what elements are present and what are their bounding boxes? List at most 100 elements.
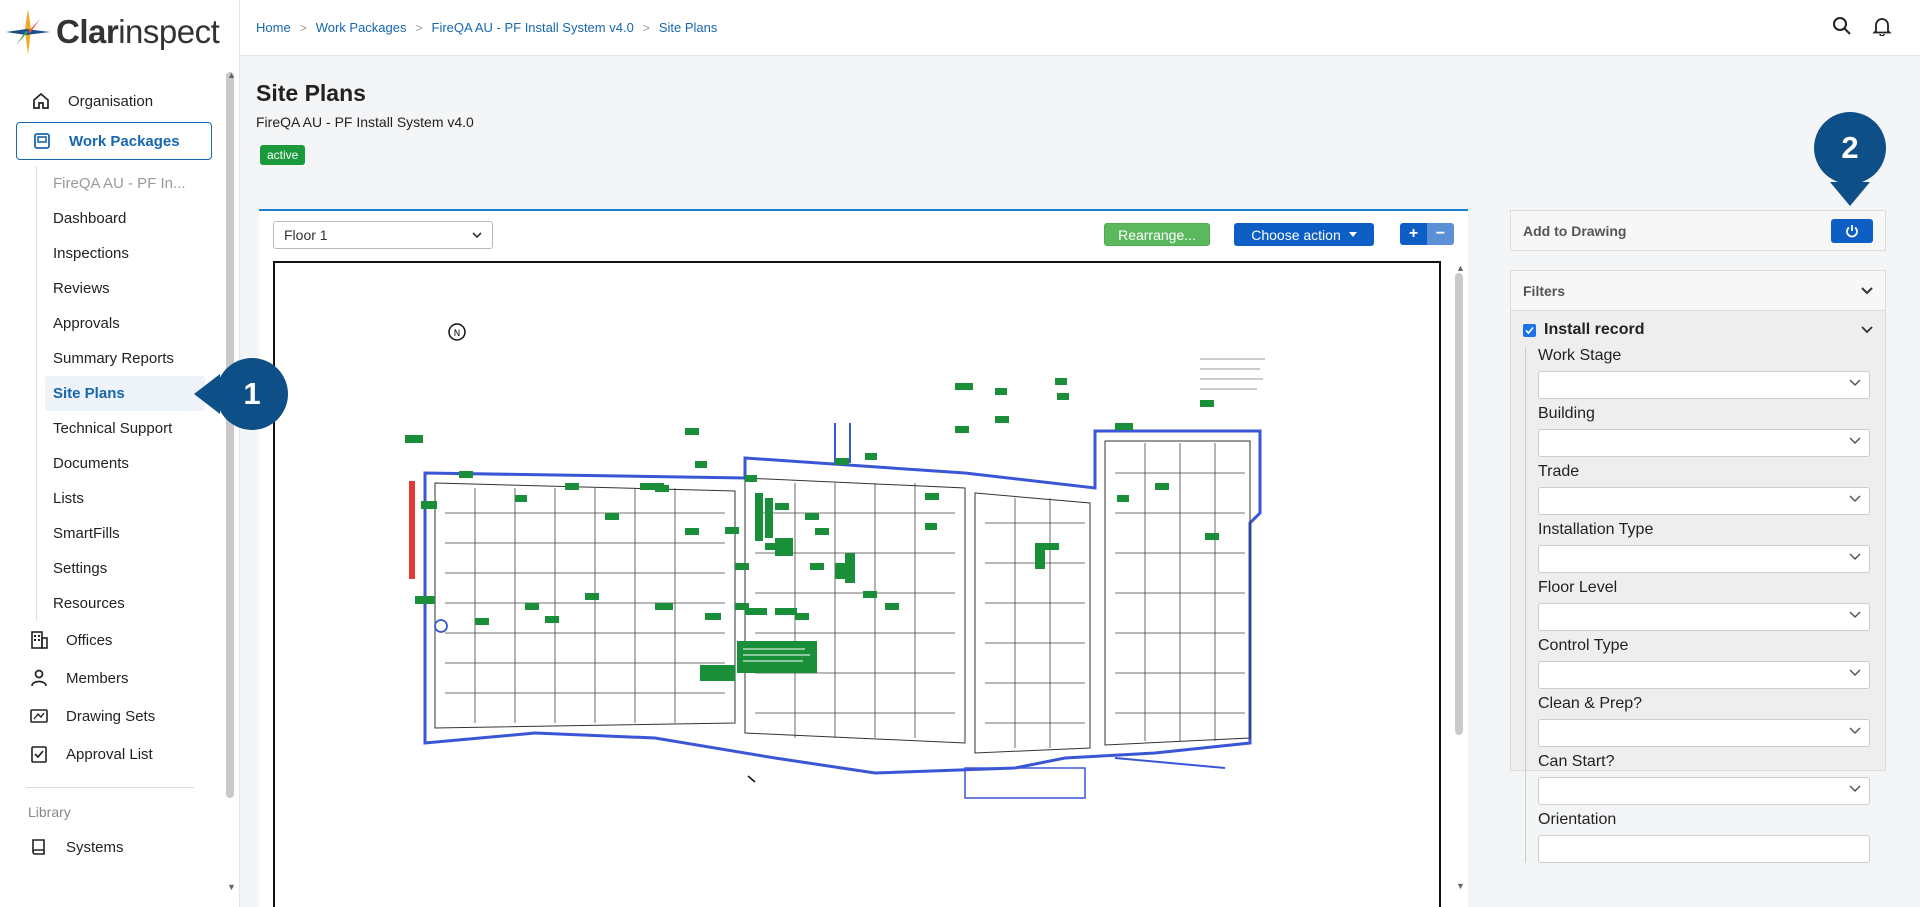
work-stage-select[interactable]: [1538, 371, 1870, 399]
orientation-label: Orientation: [1538, 811, 1617, 828]
bell-icon[interactable]: [1872, 16, 1892, 41]
sidebar-item-technical-support[interactable]: Technical Support: [37, 411, 212, 446]
zoom-controls: + −: [1400, 223, 1454, 245]
chevron-down-icon: [1849, 553, 1861, 561]
chevron-down-icon: [1861, 326, 1873, 334]
sidebar-item-dashboard[interactable]: Dashboard: [37, 201, 212, 236]
top-bar: Home > Work Packages > FireQA AU - PF In…: [240, 0, 1920, 56]
scroll-down-icon[interactable]: ▼: [1456, 881, 1465, 891]
can-start-select[interactable]: [1538, 777, 1870, 805]
choose-action-label: Choose action: [1251, 226, 1341, 243]
canvas-scrollbar[interactable]: [1455, 273, 1463, 735]
fire-wall-marker: [409, 481, 415, 579]
callout-two-pointer: [1830, 182, 1870, 206]
sidebar-item-documents[interactable]: Documents: [37, 446, 212, 481]
add-to-drawing-header: Add to Drawing: [1510, 210, 1886, 251]
sidebar-item-lists[interactable]: Lists: [37, 481, 212, 516]
check-icon: [1525, 326, 1534, 334]
drawing-canvas[interactable]: N: [273, 261, 1441, 907]
sidebar-item-settings[interactable]: Settings: [37, 551, 212, 586]
breadcrumb: Home > Work Packages > FireQA AU - PF In…: [256, 20, 717, 35]
trade-select[interactable]: [1538, 487, 1870, 515]
floor-select-value: Floor 1: [284, 227, 328, 243]
page-subtitle: FireQA AU - PF Install System v4.0: [256, 114, 474, 130]
search-icon[interactable]: [1832, 16, 1852, 41]
sidebar-item-approvals[interactable]: Approvals: [37, 306, 212, 341]
zoom-out-button[interactable]: −: [1427, 223, 1454, 245]
scroll-down-icon[interactable]: ▼: [227, 882, 236, 892]
svg-text:N: N: [454, 329, 461, 339]
chevron-right-icon: >: [642, 20, 650, 35]
floor-level-select[interactable]: [1538, 603, 1870, 631]
sidebar-item-site-plans[interactable]: Site Plans: [45, 376, 205, 411]
sidebar-item-systems[interactable]: Systems: [14, 828, 212, 866]
install-record-header[interactable]: Install record: [1523, 319, 1873, 341]
chevron-down-icon: [1861, 286, 1873, 294]
rearrange-button[interactable]: Rearrange...: [1104, 223, 1210, 246]
plan-mark: [747, 775, 756, 783]
scroll-up-icon[interactable]: ▲: [227, 70, 236, 80]
person-icon: [28, 667, 50, 689]
chevron-down-icon: [472, 231, 482, 238]
sidebar-item-members[interactable]: Members: [14, 659, 212, 697]
chevron-down-icon: [1849, 727, 1861, 735]
sidebar-item-approval-list[interactable]: Approval List: [14, 735, 212, 773]
app-root: Clarinspect Organisation Work Packages F…: [0, 0, 1920, 907]
sidebar-item-smartfills[interactable]: SmartFills: [37, 516, 212, 551]
chevron-down-icon: [1849, 495, 1861, 503]
sidebar-item-offices[interactable]: Offices: [14, 621, 212, 659]
sidebar-item-reviews[interactable]: Reviews: [37, 271, 212, 306]
marker-cluster: [755, 493, 1045, 583]
add-to-drawing-toggle[interactable]: [1831, 218, 1873, 243]
power-icon: [1846, 224, 1858, 237]
library-heading: Library: [28, 804, 71, 820]
control-type-select[interactable]: [1538, 661, 1870, 689]
building-select[interactable]: [1538, 429, 1870, 457]
breadcrumb-work-package[interactable]: FireQA AU - PF Install System v4.0: [432, 20, 634, 35]
breadcrumb-site-plans[interactable]: Site Plans: [659, 20, 718, 35]
work-package-subnav: FireQA AU - PF In... Dashboard Inspectio…: [36, 166, 212, 621]
sidebar-item-inspections[interactable]: Inspections: [37, 236, 212, 271]
plan-legend: [1200, 358, 1265, 390]
sidebar-item-organisation[interactable]: Organisation: [16, 82, 212, 120]
choose-action-button[interactable]: Choose action: [1234, 223, 1374, 246]
sidebar-item-label: Members: [66, 669, 129, 687]
page-title: Site Plans: [256, 80, 366, 106]
sidebar-item-work-packages[interactable]: Work Packages: [16, 122, 212, 160]
floor-select[interactable]: Floor 1: [273, 221, 493, 249]
callout-two: 2: [1814, 112, 1886, 184]
filters-label: Filters: [1523, 282, 1566, 299]
clarinspect-logo[interactable]: Clarinspect: [6, 8, 220, 56]
logo-suffix: inspect: [118, 13, 220, 50]
divider: [26, 787, 194, 788]
sidebar-item-label: Organisation: [68, 92, 154, 110]
zoom-in-button[interactable]: +: [1400, 223, 1427, 245]
chevron-down-icon: [1849, 611, 1861, 619]
sidebar-item-current-package[interactable]: FireQA AU - PF In...: [37, 166, 212, 201]
install-record-checkbox[interactable]: [1523, 323, 1536, 337]
clean-prep-select[interactable]: [1538, 719, 1870, 747]
building-outline: [423, 423, 1262, 799]
floor-plan-drawing[interactable]: N: [275, 263, 1439, 907]
plan-circle-marker: [434, 619, 448, 633]
sidebar-item-drawing-sets[interactable]: Drawing Sets: [14, 697, 212, 735]
scroll-up-icon[interactable]: ▲: [1456, 263, 1465, 273]
drawing-icon: [28, 705, 50, 727]
sidebar-item-label: Systems: [66, 838, 124, 856]
sidebar-item-summary-reports[interactable]: Summary Reports: [37, 341, 212, 376]
north-arrow-icon: N: [448, 323, 466, 341]
orientation-select[interactable]: [1538, 835, 1870, 863]
info-boxes: [700, 641, 817, 681]
inspection-markers: [405, 378, 1219, 625]
installation-type-select[interactable]: [1538, 545, 1870, 573]
building-label: Building: [1538, 405, 1595, 422]
sidebar-scrollbar[interactable]: [226, 72, 234, 798]
book-icon: [28, 836, 50, 858]
breadcrumb-home[interactable]: Home: [256, 20, 291, 35]
sidebar-nav: Organisation Work Packages FireQA AU - P…: [16, 82, 212, 866]
sidebar-item-resources[interactable]: Resources: [37, 586, 212, 621]
filters-header[interactable]: Filters: [1510, 270, 1886, 311]
breadcrumb-work-packages[interactable]: Work Packages: [316, 20, 407, 35]
sidebar: Clarinspect Organisation Work Packages F…: [0, 0, 240, 907]
callout-one: 1: [216, 358, 288, 430]
